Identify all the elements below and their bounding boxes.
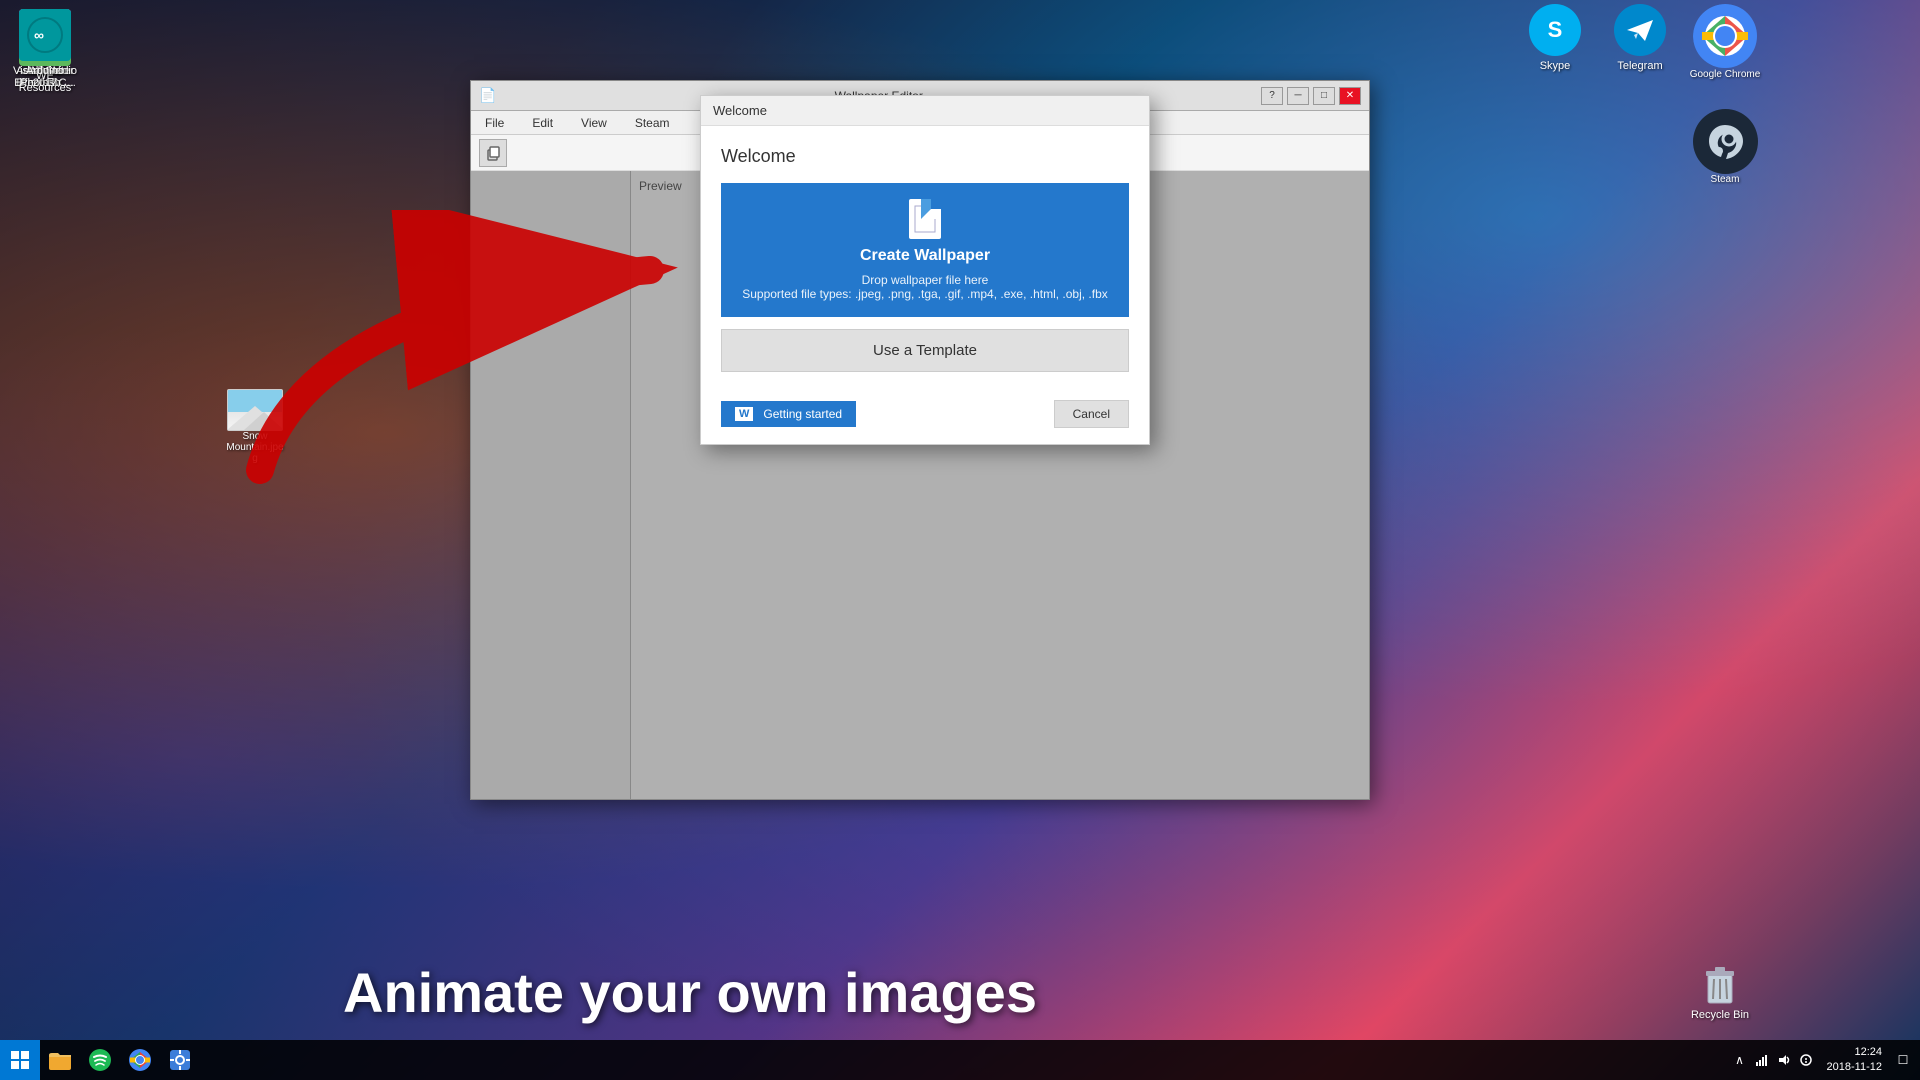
taskbar-pinned [40, 1040, 200, 1080]
dialog-footer: W Getting started Cancel [701, 392, 1149, 444]
google-chrome-label: Google Chrome [1690, 69, 1761, 80]
taskbar-tray: ∧ [1731, 1051, 1815, 1069]
tray-misc[interactable] [1797, 1051, 1815, 1069]
desktop-icon-recycle-bin[interactable]: Recycle Bin [1675, 953, 1765, 1025]
dialog-body: Welcome Create Wallpaper Drop wallpaper … [701, 126, 1149, 392]
taskbar-right: ∧ 12:24 2018-11-12 ☐ [1731, 1045, 1920, 1076]
desktop: PC Ai Adobe Illustrator ... Ae Adobe Aft… [0, 0, 1920, 1080]
preview-label: Preview [639, 179, 682, 193]
desktop-icon-steam[interactable]: Steam [1680, 105, 1770, 189]
close-button[interactable]: ✕ [1339, 87, 1361, 105]
taskbar-notifications[interactable]: ☐ [1894, 1051, 1912, 1069]
welcome-dialog: Welcome Welcome Create Wallpaper Drop wa… [700, 95, 1150, 445]
bottom-caption: Animate your own images [0, 960, 1380, 1025]
menu-file[interactable]: File [479, 114, 510, 132]
desktop-icon-arduino[interactable]: ∞ Arduino [5, 5, 85, 81]
getting-started-button[interactable]: W Getting started [721, 401, 856, 427]
window-sidebar [471, 171, 631, 799]
desktop-icon-snow-mountain[interactable]: SnowMountain.jpeg [215, 385, 295, 468]
desktop-icon-telegram[interactable]: Telegram [1600, 0, 1680, 76]
taskbar-clock[interactable]: 12:24 2018-11-12 [1819, 1045, 1890, 1076]
menu-steam[interactable]: Steam [629, 114, 676, 132]
snow-thumbnail [227, 389, 283, 431]
taskbar-spotify[interactable] [82, 1042, 118, 1078]
maximize-button[interactable]: □ [1313, 87, 1335, 105]
telegram-label: Telegram [1617, 60, 1662, 72]
toolbar-copy-button[interactable] [479, 139, 507, 167]
create-wallpaper-label: Create Wallpaper [860, 247, 990, 265]
tray-up-arrow[interactable]: ∧ [1731, 1051, 1749, 1069]
use-template-button[interactable]: Use a Template [721, 329, 1129, 372]
skype-label: Skype [1540, 60, 1571, 72]
window-controls: ? ─ □ ✕ [1261, 87, 1361, 105]
taskbar-settings[interactable] [162, 1042, 198, 1078]
taskbar-chrome[interactable] [122, 1042, 158, 1078]
cancel-button[interactable]: Cancel [1054, 400, 1129, 428]
dialog-titlebar: Welcome [701, 96, 1149, 126]
file-icon [909, 199, 941, 239]
help-button[interactable]: ? [1261, 87, 1283, 105]
minimize-button[interactable]: ─ [1287, 87, 1309, 105]
desktop-icon-google-chrome[interactable]: Google Chrome [1680, 0, 1770, 84]
drop-info: Drop wallpaper file here Supported file … [742, 273, 1108, 301]
desktop-icon-skype[interactable]: S Skype [1515, 0, 1595, 76]
tray-volume[interactable] [1775, 1051, 1793, 1069]
menu-view[interactable]: View [575, 114, 613, 132]
svg-text:∞: ∞ [34, 27, 44, 43]
tray-network[interactable] [1753, 1051, 1771, 1069]
steam-label: Steam [1711, 174, 1740, 185]
snow-mountain-label: SnowMountain.jpeg [226, 431, 283, 464]
desktop-icon-arduino-label: Arduino [26, 65, 64, 77]
recycle-bin-label: Recycle Bin [1691, 1009, 1749, 1021]
taskbar-file-explorer[interactable] [42, 1042, 78, 1078]
create-wallpaper-button[interactable]: Create Wallpaper Drop wallpaper file her… [721, 183, 1129, 317]
dialog-title: Welcome [713, 103, 767, 118]
taskbar-start-button[interactable] [0, 1040, 40, 1080]
welcome-heading: Welcome [721, 146, 1129, 167]
menu-edit[interactable]: Edit [526, 114, 559, 132]
taskbar: ∧ 12:24 2018-11-12 ☐ [0, 1040, 1920, 1080]
